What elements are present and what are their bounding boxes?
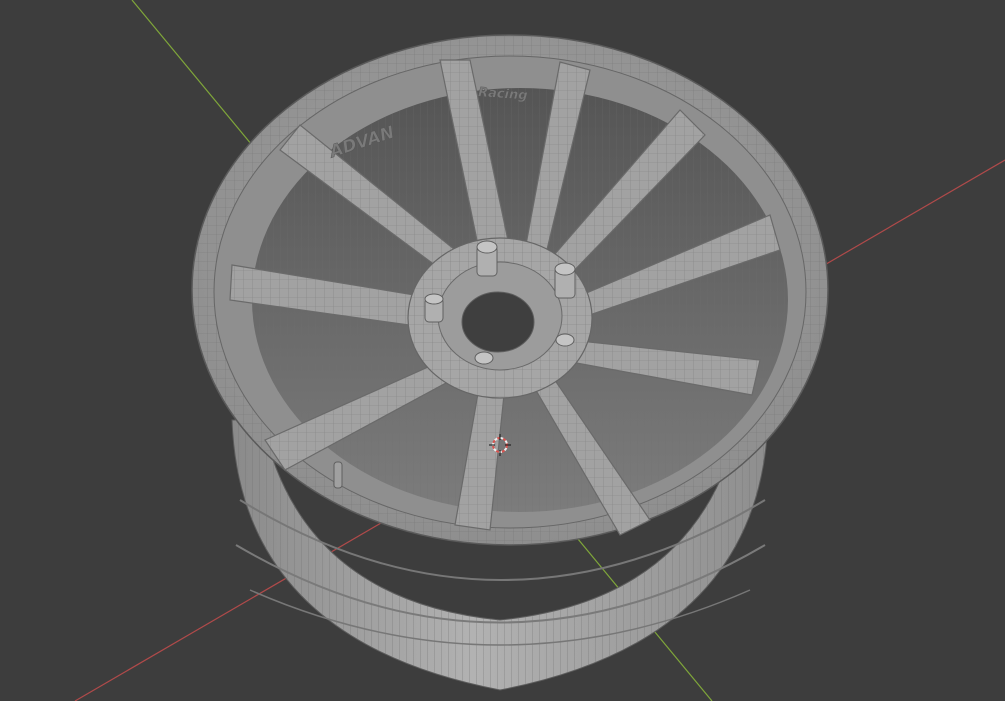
center-bore bbox=[461, 291, 535, 353]
valve-stem bbox=[333, 461, 343, 489]
lug-stud bbox=[474, 351, 494, 365]
lug-stud bbox=[554, 262, 576, 299]
lug-stud bbox=[476, 240, 498, 277]
lug-stud bbox=[555, 333, 575, 347]
lug-stud bbox=[424, 293, 444, 323]
3d-viewport[interactable]: ADVAN Racing bbox=[0, 0, 1005, 701]
